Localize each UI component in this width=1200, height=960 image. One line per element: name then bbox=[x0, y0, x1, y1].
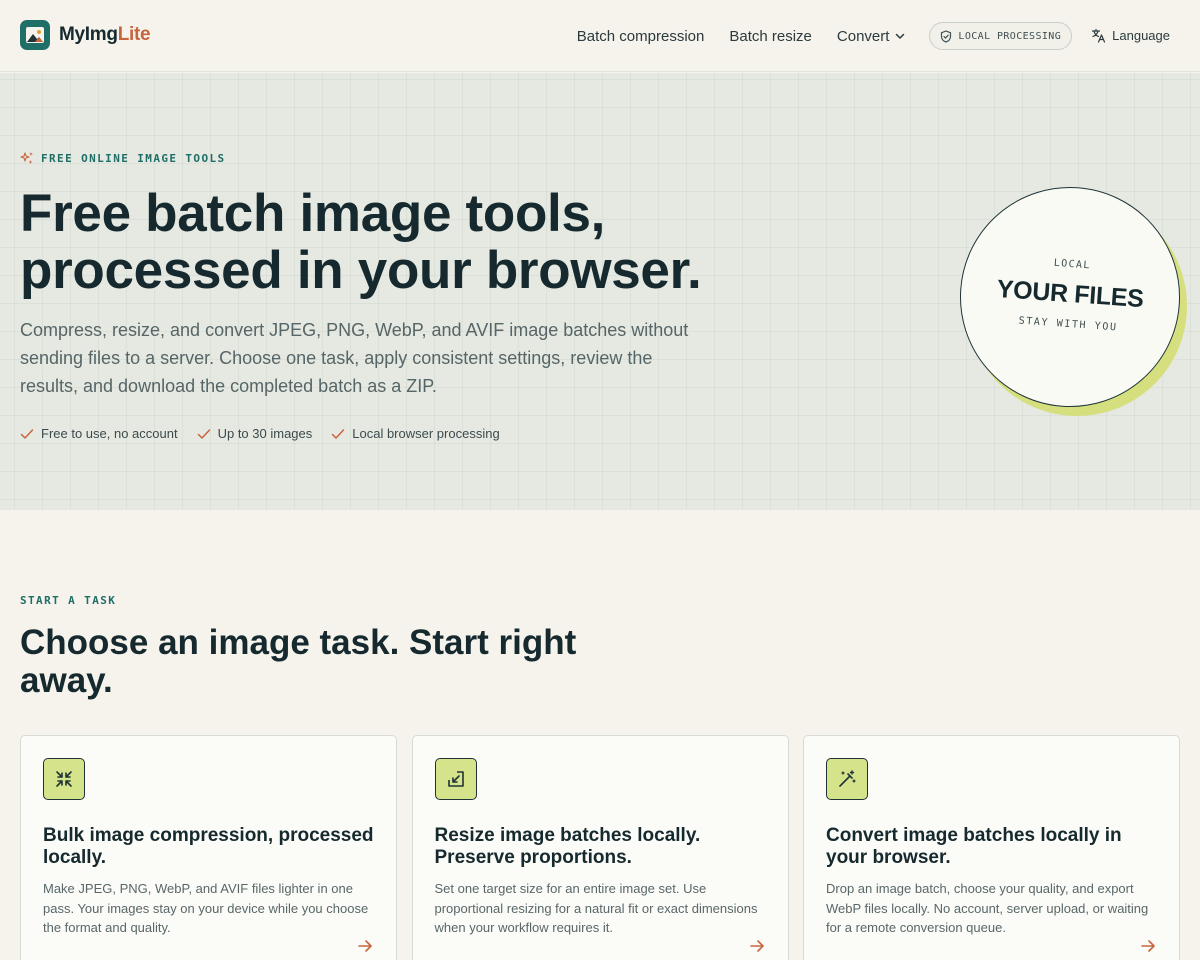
nav-batch-resize[interactable]: Batch resize bbox=[729, 28, 812, 45]
site-header: MyImgLite Batch compression Batch resize… bbox=[0, 0, 1200, 72]
sparkles-icon bbox=[20, 152, 33, 164]
task-card-compression[interactable]: Bulk image compression, processed locall… bbox=[20, 735, 397, 960]
logo-text-main: MyImg bbox=[59, 24, 118, 45]
task-cards: Bulk image compression, processed locall… bbox=[20, 735, 1180, 960]
logo[interactable]: MyImgLite bbox=[20, 20, 151, 50]
hero-eyebrow: FREE ONLINE IMAGE TOOLS bbox=[20, 151, 226, 165]
logo-text-accent: Lite bbox=[117, 24, 151, 45]
task-card-resize[interactable]: Resize image batches locally. Preserve p… bbox=[411, 735, 789, 960]
language-label: Language bbox=[1112, 27, 1170, 43]
magic-wand-icon bbox=[826, 758, 868, 800]
check-icon bbox=[197, 428, 210, 439]
check-item: Up to 30 images bbox=[197, 426, 313, 441]
hero-checklist: Free to use, no account Up to 30 images … bbox=[20, 426, 519, 441]
check-icon bbox=[20, 428, 34, 439]
task-card-convert[interactable]: Convert image batches locally in your br… bbox=[803, 735, 1180, 960]
logo-text: MyImgLite bbox=[59, 24, 151, 46]
chevron-down-icon bbox=[896, 33, 905, 39]
hero-section: FREE ONLINE IMAGE TOOLS Free batch image… bbox=[0, 73, 1200, 510]
hero-subtitle: Compress, resize, and convert JPEG, PNG,… bbox=[20, 320, 689, 396]
check-label: Up to 30 images bbox=[217, 426, 313, 441]
stamp-top-text: LOCAL bbox=[1053, 257, 1092, 271]
local-processing-badge: LOCAL PROCESSING bbox=[929, 22, 1073, 50]
local-stamp: LOCAL YOUR FILES STAY WITH YOU bbox=[952, 179, 1190, 417]
card-description: Set one target size for an entire image … bbox=[434, 881, 758, 935]
arrow-right-icon[interactable] bbox=[1139, 937, 1157, 955]
tasks-title: Choose an image task. Start right away. bbox=[20, 623, 577, 700]
stamp-main-text: YOUR FILES bbox=[995, 274, 1145, 313]
nav-convert-label: Convert bbox=[836, 27, 890, 45]
shield-check-icon bbox=[941, 29, 952, 43]
check-label: Local browser processing bbox=[352, 426, 500, 441]
card-description: Drop an image batch, choose your quality… bbox=[826, 881, 1149, 935]
card-description: Make JPEG, PNG, WebP, and AVIF files lig… bbox=[43, 881, 369, 935]
language-selector[interactable]: Language bbox=[1091, 28, 1170, 43]
arrow-right-icon[interactable] bbox=[356, 937, 374, 955]
image-logo-icon bbox=[20, 20, 50, 50]
main-nav: Batch compression Batch resize Convert L… bbox=[577, 22, 1170, 50]
hero-eyebrow-label: FREE ONLINE IMAGE TOOLS bbox=[41, 151, 226, 165]
check-icon bbox=[332, 428, 345, 439]
compress-icon bbox=[43, 758, 85, 800]
card-title: Bulk image compression, processed locall… bbox=[43, 825, 374, 868]
card-title: Convert image batches locally in your br… bbox=[826, 825, 1122, 868]
check-label: Free to use, no account bbox=[41, 426, 178, 441]
check-item: Free to use, no account bbox=[20, 426, 178, 441]
stamp-bottom-text: STAY WITH YOU bbox=[1018, 314, 1118, 333]
translate-icon bbox=[1092, 28, 1106, 43]
nav-batch-compression[interactable]: Batch compression bbox=[577, 28, 705, 45]
check-item: Local browser processing bbox=[331, 426, 500, 441]
resize-icon bbox=[434, 758, 477, 800]
tasks-eyebrow: START A TASK bbox=[20, 594, 117, 607]
hero-title: Free batch image tools, processed in you… bbox=[20, 184, 702, 300]
card-title: Resize image batches locally. Preserve p… bbox=[434, 825, 701, 868]
nav-convert-dropdown[interactable]: Convert bbox=[837, 28, 908, 45]
arrow-right-icon[interactable] bbox=[748, 937, 766, 955]
local-processing-label: LOCAL PROCESSING bbox=[958, 30, 1062, 42]
